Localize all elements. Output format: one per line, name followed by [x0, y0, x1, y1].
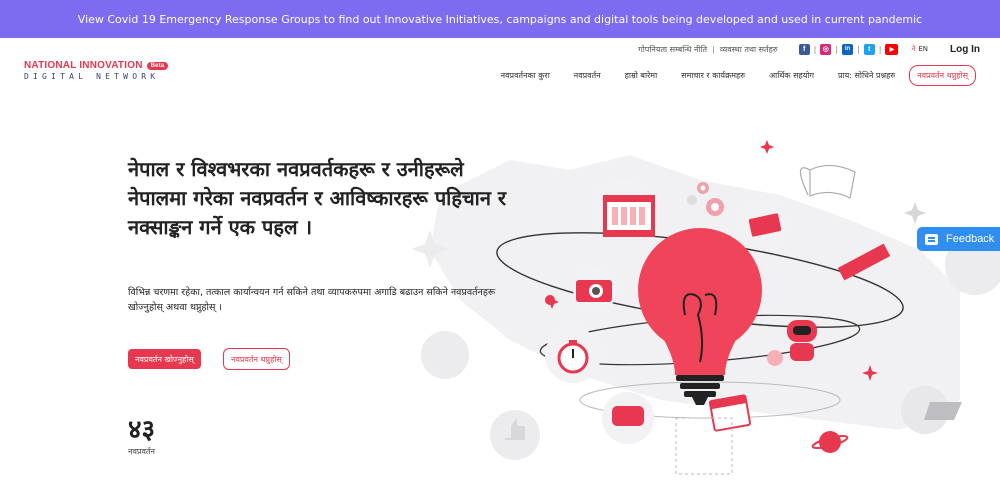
logo-subtitle: DIGITAL NETWORK: [24, 72, 160, 81]
login-link[interactable]: Log In: [950, 44, 980, 55]
nav-item-innovations[interactable]: नवप्रवर्तन: [574, 70, 601, 81]
nav-item-innovation-stories[interactable]: नवप्रवर्तनका कुरा: [501, 70, 550, 81]
camera-icon: [576, 280, 612, 302]
site-header: NATIONAL INNOVATION Beta DIGITAL NETWORK…: [0, 38, 1000, 98]
dot-icon: [545, 295, 555, 305]
dot-icon: [767, 350, 783, 366]
calendar-icon: [708, 394, 752, 432]
hero-title: नेपाल र विश्वभरका नवप्रवर्तकहरू र उनीहरू…: [128, 157, 507, 239]
lang-en[interactable]: EN: [918, 45, 928, 53]
feedback-button[interactable]: Feedback: [917, 227, 1000, 251]
site-logo[interactable]: NATIONAL INNOVATION Beta DIGITAL NETWORK: [24, 60, 169, 81]
terms-link[interactable]: व्यवस्था तथा सर्तहरु: [720, 44, 778, 55]
logo-title: NATIONAL INNOVATION: [24, 60, 143, 71]
main-nav: नवप्रवर्तनका कुरा नवप्रवर्तन हाम्रो बारे…: [477, 65, 976, 86]
instagram-icon[interactable]: ◎: [820, 43, 832, 55]
nav-item-about[interactable]: हाम्रो बारेमा: [625, 70, 658, 81]
bg-circle: [421, 331, 469, 379]
sparkle-icon: [904, 202, 926, 224]
face-mask-icon: [612, 406, 644, 426]
nav-item-news-events[interactable]: समाचार र कार्यक्रमहरु: [681, 70, 745, 81]
nav-item-faq[interactable]: प्राय: सोधिने प्रश्नहरु: [838, 70, 895, 81]
linkedin-icon[interactable]: in: [842, 43, 854, 55]
sparkle-icon: [760, 140, 774, 154]
feedback-label: Feedback: [946, 233, 995, 245]
language-switcher[interactable]: ने EN: [911, 45, 928, 54]
add-innovation-nav-button[interactable]: नवप्रवर्तन थप्नुहोस्: [909, 65, 976, 86]
beta-badge: Beta: [146, 61, 169, 70]
twitter-icon[interactable]: t: [863, 43, 875, 55]
laptop-icon: [924, 402, 962, 420]
book-icon: [799, 164, 856, 199]
add-innovation-button[interactable]: नवप्रवर्तन थप्नुहोस्: [223, 348, 290, 370]
lang-ne[interactable]: ने: [911, 45, 915, 53]
facebook-icon[interactable]: f: [798, 43, 810, 55]
announcement-text[interactable]: View Covid 19 Emergency Response Groups …: [78, 13, 922, 26]
hero-subtitle: विभिन्न चरणमा रहेका, तत्काल कार्यान्वयन …: [128, 287, 496, 313]
feedback-icon: [925, 233, 938, 245]
youtube-icon[interactable]: ▶: [885, 43, 899, 55]
explore-innovations-button[interactable]: नवप्रवर्तन खोज्नुहोस्: [128, 349, 201, 369]
innovation-count: ४३: [128, 415, 156, 445]
utility-bar: गोपनियता सम्बन्धि नीति | व्यवस्था तथा सर…: [638, 43, 980, 55]
nav-item-funding[interactable]: आर्थिक सहयोग: [769, 70, 814, 81]
planet-icon: [811, 431, 849, 453]
privacy-policy-link[interactable]: गोपनियता सम्बन्धि नीति: [638, 44, 707, 55]
innovation-count-label: नवप्रवर्तन: [128, 447, 155, 456]
divider: |: [712, 44, 715, 54]
presentation-board-icon: [603, 195, 655, 237]
announcement-banner[interactable]: View Covid 19 Emergency Response Groups …: [0, 0, 1000, 38]
